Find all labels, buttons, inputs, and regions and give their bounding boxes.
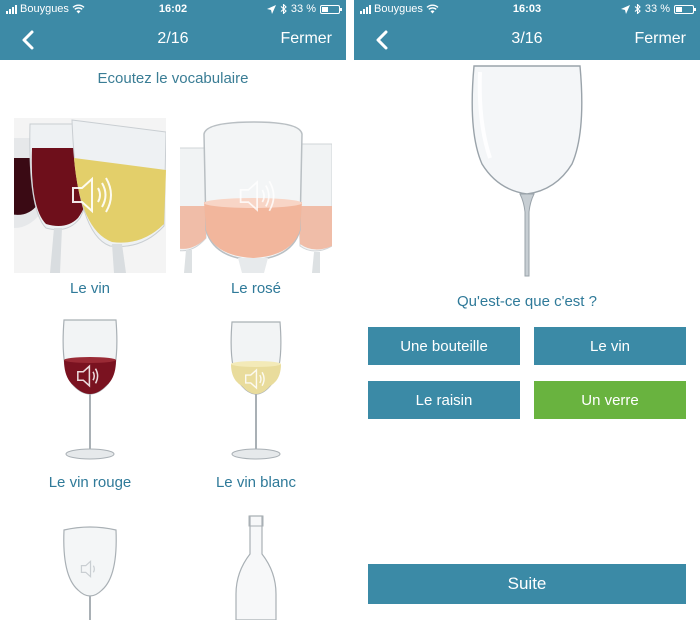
close-button[interactable]: Fermer [634,30,686,48]
speaker-icon[interactable] [238,176,278,216]
battery-icon [674,4,696,14]
quiz-screen: Bouygues 16:03 33 % 3/16 Fermer Qu'est-c… [354,0,700,620]
page-subtitle: Ecoutez le vocabulaire [97,70,249,87]
status-bar: Bouygues 16:02 33 % [0,0,346,20]
speaker-icon[interactable] [76,362,104,390]
vocab-tile-le-vin-blanc[interactable]: Le vin blanc [180,312,332,496]
battery-percent: 33 % [290,3,316,15]
vocab-tile-le-vin[interactable]: Le vin [14,118,166,302]
answer-button-une-bouteille[interactable]: Une bouteille [368,327,520,365]
tile-caption: Le vin rouge [48,474,132,491]
vocabulary-screen: Bouygues 16:02 33 % 2/16 Fermer Ecoutez … [0,0,346,620]
nav-bar: 2/16 Fermer [0,20,346,60]
speaker-icon[interactable] [244,366,270,392]
vocab-tile-le-vin-rouge[interactable]: Le vin rouge [14,312,166,496]
bottle-image [180,514,332,620]
tile-caption: Le rosé [230,280,282,297]
speaker-icon[interactable] [80,558,102,580]
location-arrow-icon [620,4,630,14]
close-button[interactable]: Fermer [280,30,332,48]
next-button[interactable]: Suite [368,564,686,604]
bluetooth-icon [280,4,287,14]
location-arrow-icon [266,4,276,14]
answer-button-un-verre[interactable]: Un verre [534,381,686,419]
vocab-tile-le-rose[interactable]: Le rosé [180,118,332,302]
bluetooth-icon [634,4,641,14]
tile-caption: Le vin [69,280,111,297]
answer-button-le-raisin[interactable]: Le raisin [368,381,520,419]
nav-bar: 3/16 Fermer [354,20,700,60]
battery-icon [320,4,342,14]
speaker-icon[interactable] [70,174,116,216]
quiz-glass-image [450,62,604,282]
tile-caption: Le vin blanc [215,474,297,491]
status-bar: Bouygues 16:03 33 % [354,0,700,20]
quiz-question: Qu'est-ce que c'est ? [457,293,597,310]
vocab-tile-glass[interactable] [14,514,166,620]
battery-percent: 33 % [644,3,670,15]
vocab-tile-bottle[interactable] [180,514,332,620]
answer-button-le-vin[interactable]: Le vin [534,327,686,365]
